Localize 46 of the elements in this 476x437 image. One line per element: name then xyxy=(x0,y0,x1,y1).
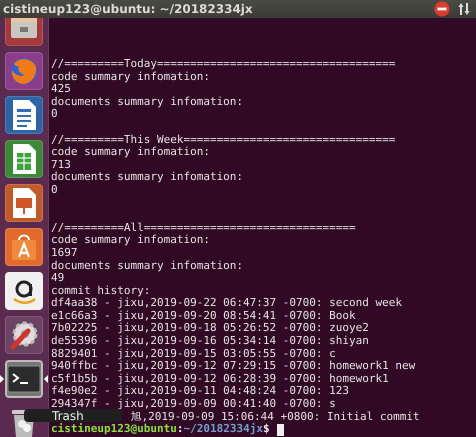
prompt-symbol: $ xyxy=(262,423,270,436)
shopping-bag-icon xyxy=(9,232,39,262)
output-line: 7b02225 - jixu,2019-09-18 05:26:52 -0700: zuoye2 xyxy=(51,322,370,336)
output-line: c5f1b5b - jixu,2019-09-12 06:28:39 -0700: homework1 xyxy=(51,372,390,386)
output-line: 294347f - jixu,2019-09-09 00:41:40 -0700: s xyxy=(51,398,337,410)
output-line: //=========Today==================================== xyxy=(51,58,396,71)
output-line: 0 xyxy=(51,108,59,121)
output-line: f4e90e2 - jixu,2019-09-11 04:48:24 -0700: 123 xyxy=(51,385,350,398)
output-line: de55396 - jixu,2019-09-16 05:34:14 -0700: shiyan xyxy=(51,335,370,348)
output-line: 0 xyxy=(51,184,59,197)
globe-icon xyxy=(8,55,40,87)
output-line: 旭,2019-09-09 15:06:44 +0800: Initial commit xyxy=(130,410,420,423)
document-icon xyxy=(10,99,38,131)
launcher-item[interactable] xyxy=(5,272,43,310)
output-line: code summary infomation: xyxy=(51,234,211,247)
window-title: cistineup123@ubuntu: ~/20182334jx xyxy=(3,2,254,16)
output-line: code summary infomation: xyxy=(51,70,211,84)
prompt-separator: : xyxy=(176,423,184,436)
output-line: 425 xyxy=(51,83,72,96)
spreadsheet-icon xyxy=(10,143,38,175)
stop-icon xyxy=(434,1,450,17)
output-line: 1697 xyxy=(51,246,78,260)
output-line: commit history: xyxy=(51,284,152,298)
output-line: 713 xyxy=(51,158,72,172)
launcher-item[interactable] xyxy=(5,316,43,354)
output-line: 49 xyxy=(51,272,66,285)
text-cursor xyxy=(276,424,284,436)
prompt-user: cistineup123@ubuntu xyxy=(51,423,177,436)
tooltip: Trash xyxy=(24,409,122,422)
network-arrows-icon xyxy=(458,2,470,16)
output-line: 940ffbc - jixu,2019-09-12 07:29:15 -0700: homework1 new xyxy=(51,360,416,373)
output-line: documents summary infomation: xyxy=(51,260,244,272)
presentation-icon xyxy=(10,187,38,219)
output-line: documents summary infomation: xyxy=(51,171,244,184)
output-line: 8829401 - jixu,2019-09-15 03:05:55 -0700: c xyxy=(51,348,337,360)
output-line: //=========This Week================================ xyxy=(51,134,396,146)
prompt-path: ~/20182334jx xyxy=(183,423,263,436)
output-line: //=========All================================ xyxy=(51,222,357,234)
output-line: documents summary infomation: xyxy=(51,96,244,108)
launcher-item[interactable] xyxy=(5,96,43,134)
output-line: df4aa38 - jixu,2019-09-22 06:47:37 -0700: second week xyxy=(51,297,403,310)
output-line: code summary infomation: xyxy=(51,146,211,159)
terminal-icon xyxy=(7,365,41,393)
output-line: e1c66a3 - jixu,2019-09-20 08:54:41 -0700: Book xyxy=(51,310,357,322)
wrench-gear-icon xyxy=(8,319,40,351)
launcher-item[interactable] xyxy=(5,360,43,398)
